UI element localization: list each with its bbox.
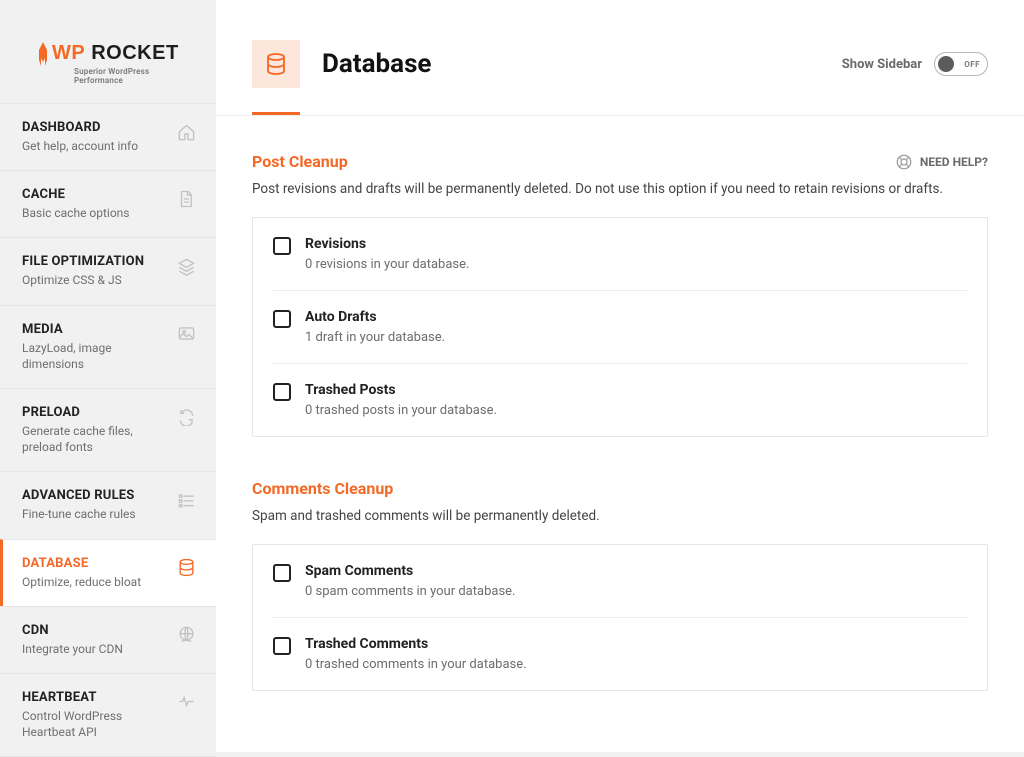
nav-desc: Optimize CSS & JS (22, 272, 164, 288)
database-icon (176, 558, 196, 578)
brand-name-wp: WP (52, 42, 85, 65)
post-cleanup-desc: Post revisions and drafts will be perman… (252, 181, 988, 197)
option-revisions: Revisions 0 revisions in your database. (273, 218, 967, 291)
nav-item-database[interactable]: DATABASE Optimize, reduce bloat (0, 539, 216, 606)
comments-cleanup-desc: Spam and trashed comments will be perman… (252, 508, 988, 524)
nav-title: MEDIA (22, 322, 164, 337)
option-desc: 0 trashed posts in your database. (305, 403, 967, 418)
trashed-posts-checkbox[interactable] (273, 383, 291, 401)
globe-icon (176, 625, 196, 645)
sliders-icon (176, 490, 196, 510)
need-help-label: NEED HELP? (920, 155, 988, 169)
nav-title: DASHBOARD (22, 120, 164, 135)
rocket-logo-icon (36, 42, 49, 68)
lifebuoy-icon (895, 153, 913, 171)
main-panel: Database Show Sidebar OFF Post Cleanup N… (216, 0, 1024, 752)
comments-cleanup-options: Spam Comments 0 spam comments in your da… (252, 544, 988, 691)
option-trashed-comments: Trashed Comments 0 trashed comments in y… (273, 618, 967, 690)
image-icon (176, 324, 196, 344)
section-head-comments-cleanup: Comments Cleanup (252, 479, 988, 498)
option-title: Trashed Posts (305, 382, 967, 398)
section-title: Post Cleanup (252, 152, 883, 171)
nav-title: PRELOAD (22, 405, 164, 420)
brand-tagline: Superior WordPress Performance (74, 67, 188, 85)
trashed-comments-checkbox[interactable] (273, 637, 291, 655)
show-sidebar-control: Show Sidebar OFF (842, 52, 988, 76)
option-spam-comments: Spam Comments 0 spam comments in your da… (273, 545, 967, 618)
option-desc: 0 trashed comments in your database. (305, 657, 967, 672)
nav-desc: Optimize, reduce bloat (22, 574, 164, 590)
page-header: Database Show Sidebar OFF (216, 0, 1024, 88)
option-trashed-posts: Trashed Posts 0 trashed posts in your da… (273, 364, 967, 436)
nav-desc: Control WordPress Heartbeat API (22, 708, 164, 740)
nav-title: HEARTBEAT (22, 690, 164, 705)
nav-desc: Get help, account info (22, 138, 164, 154)
option-desc: 0 revisions in your database. (305, 257, 967, 272)
revisions-checkbox[interactable] (273, 237, 291, 255)
spam-comments-checkbox[interactable] (273, 564, 291, 582)
nav-title: CACHE (22, 187, 164, 202)
section-head-post-cleanup: Post Cleanup NEED HELP? (252, 152, 988, 171)
option-desc: 0 spam comments in your database. (305, 584, 967, 599)
need-help-link[interactable]: NEED HELP? (895, 153, 988, 171)
auto-drafts-checkbox[interactable] (273, 310, 291, 328)
nav-item-cache[interactable]: CACHE Basic cache options (0, 170, 216, 237)
sidebar-toggle[interactable]: OFF (934, 52, 988, 76)
nav-item-advanced-rules[interactable]: ADVANCED RULES Fine-tune cache rules (0, 471, 216, 538)
nav-item-heartbeat[interactable]: HEARTBEAT Control WordPress Heartbeat AP… (0, 673, 216, 757)
toggle-knob (938, 56, 954, 72)
nav-item-cdn[interactable]: CDN Integrate your CDN (0, 606, 216, 673)
nav-desc: Basic cache options (22, 205, 164, 221)
option-title: Auto Drafts (305, 309, 967, 325)
show-sidebar-label: Show Sidebar (842, 57, 922, 72)
nav-title: DATABASE (22, 556, 164, 571)
file-icon (176, 189, 196, 209)
nav-desc: Fine-tune cache rules (22, 506, 164, 522)
refresh-icon (176, 407, 196, 427)
nav-item-file-optimization[interactable]: FILE OPTIMIZATION Optimize CSS & JS (0, 237, 216, 304)
database-header-icon (252, 40, 300, 88)
option-title: Spam Comments (305, 563, 967, 579)
option-auto-drafts: Auto Drafts 1 draft in your database. (273, 291, 967, 364)
brand-name-rocket: ROCKET (91, 42, 178, 65)
layers-icon (176, 256, 196, 276)
nav-title: FILE OPTIMIZATION (22, 254, 164, 269)
nav-item-media[interactable]: MEDIA LazyLoad, image dimensions (0, 305, 216, 388)
section-title: Comments Cleanup (252, 479, 988, 498)
nav-item-preload[interactable]: PRELOAD Generate cache files, preload fo… (0, 388, 216, 471)
post-cleanup-options: Revisions 0 revisions in your database. … (252, 217, 988, 437)
sidebar: WP ROCKET Superior WordPress Performance… (0, 0, 216, 752)
heartbeat-icon (176, 692, 196, 712)
nav-desc: LazyLoad, image dimensions (22, 340, 164, 372)
page-content: Post Cleanup NEED HELP? Post revisions a… (216, 116, 1024, 691)
nav-title: CDN (22, 623, 164, 638)
toggle-state-label: OFF (964, 60, 980, 69)
option-title: Revisions (305, 236, 967, 252)
nav-item-dashboard[interactable]: DASHBOARD Get help, account info (0, 103, 216, 170)
nav-desc: Generate cache files, preload fonts (22, 423, 164, 455)
option-title: Trashed Comments (305, 636, 967, 652)
brand-logo: WP ROCKET Superior WordPress Performance (0, 0, 216, 103)
home-icon (176, 122, 196, 142)
page-title: Database (322, 49, 820, 79)
nav-title: ADVANCED RULES (22, 488, 164, 503)
option-desc: 1 draft in your database. (305, 330, 967, 345)
nav-desc: Integrate your CDN (22, 641, 164, 657)
